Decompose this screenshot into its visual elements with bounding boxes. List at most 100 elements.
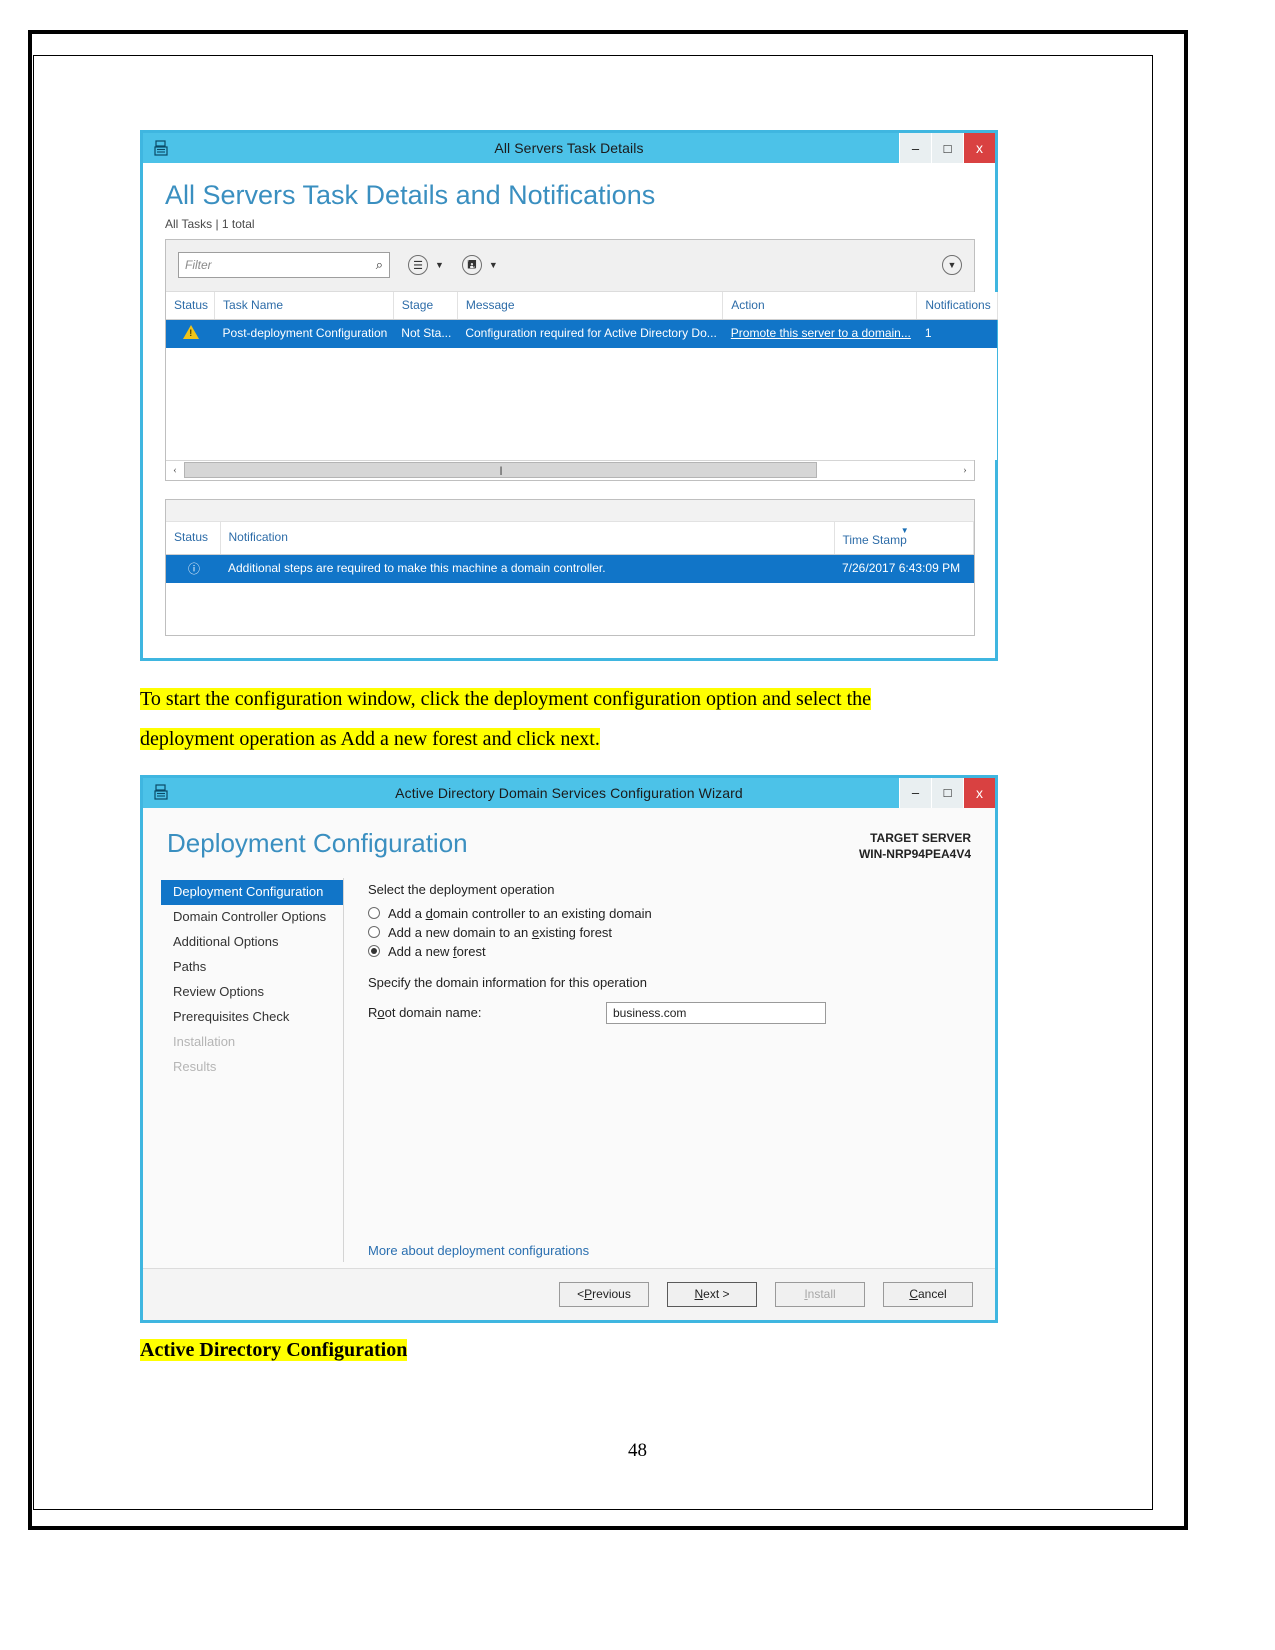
instruction-line-2: deployment operation as Add a new forest… (140, 727, 600, 750)
warning-icon (166, 319, 215, 348)
minimize-button[interactable]: – (899, 777, 931, 808)
sidebar-item-deployment-configuration[interactable]: Deployment Configuration (161, 879, 343, 905)
column-header-notifications[interactable]: Notifications (916, 291, 998, 320)
tasks-window-titlebar[interactable]: All Servers Task Details – □ x (143, 133, 995, 163)
list-item[interactable]: ⓘ Additional steps are required to make … (166, 554, 974, 583)
maximize-button[interactable]: □ (931, 133, 963, 163)
column-header-status[interactable]: Status (166, 521, 221, 555)
cell-notification-text: Additional steps are required to make th… (228, 561, 606, 576)
wizard-header: Deployment Configuration TARGET SERVER W… (143, 807, 995, 868)
notifications-table: Status Notification ▼ Time Stamp ⓘ Addit… (166, 521, 974, 635)
info-icon: ⓘ (187, 561, 200, 576)
ad-ds-configuration-wizard-window: Active Directory Domain Services Configu… (140, 774, 998, 1323)
tasks-table: Status Task Name Stage Message Action No… (166, 291, 998, 460)
tasks-window-body: All Servers Task Details and Notificatio… (143, 163, 998, 658)
chevron-down-icon[interactable]: ▼ (435, 260, 444, 270)
cell-task-name: Post-deployment Configuration (222, 326, 388, 341)
wizard-content-pane: Select the deployment operation Add a do… (344, 868, 995, 1268)
scroll-left-icon[interactable]: ‹ (166, 464, 184, 476)
notifications-empty-area (166, 582, 974, 635)
notifications-toolbar (166, 499, 974, 522)
target-server-block: TARGET SERVER WIN-NRP94PEA4V4 (859, 830, 971, 862)
cell-time-stamp: 7/26/2017 6:43:09 PM (842, 561, 961, 576)
column-header-time-stamp[interactable]: ▼ Time Stamp (834, 521, 974, 555)
radio-button-selected-icon[interactable] (368, 945, 380, 958)
save-filter-icon[interactable]: 🖪 (461, 255, 482, 276)
column-header-message[interactable]: Message (457, 291, 724, 320)
sidebar-item-prerequisites-check[interactable]: Prerequisites Check (161, 1005, 343, 1030)
table-empty-area (166, 347, 998, 460)
figure-caption: Active Directory Configuration (140, 1338, 1080, 1362)
expander-chevron-down-icon[interactable]: ▼ (942, 255, 962, 276)
promote-server-link[interactable]: Promote this server to a domain... (731, 326, 911, 340)
cancel-button[interactable]: Cancel (883, 1281, 973, 1307)
filter-input[interactable]: Filter ⌕ (178, 252, 390, 279)
radio-button-icon[interactable] (368, 926, 380, 939)
search-icon[interactable]: ⌕ (376, 257, 383, 273)
domain-information-label: Specify the domain information for this … (368, 974, 647, 990)
column-header-task-name[interactable]: Task Name (214, 291, 394, 320)
column-header-action[interactable]: Action (722, 291, 918, 320)
sidebar-item-domain-controller-options[interactable]: Domain Controller Options (161, 905, 343, 930)
deployment-operation-label: Select the deployment operation (368, 881, 555, 897)
column-header-stage[interactable]: Stage (393, 291, 458, 320)
maximize-button[interactable]: □ (931, 777, 963, 808)
tasks-window-title: All Servers Task Details (494, 140, 644, 156)
tasks-table-header-row: Status Task Name Stage Message Action No… (166, 291, 998, 320)
sidebar-item-results: Results (173, 1058, 217, 1074)
wizard-main: Deployment Configuration Domain Controll… (143, 867, 995, 1268)
target-server-name: WIN-NRP94PEA4V4 (858, 846, 971, 861)
task-count-label: All Tasks | 1 total (165, 216, 255, 231)
more-about-deployment-configurations-link[interactable]: More about deployment configurations (368, 1243, 589, 1258)
chevron-down-icon[interactable]: ▼ (489, 260, 498, 270)
page-title: All Servers Task Details and Notificatio… (165, 180, 656, 210)
previous-button[interactable]: < Previous (559, 1281, 649, 1307)
column-header-time-stamp-label: Time Stamp (842, 532, 907, 547)
notifications-header-row: Status Notification ▼ Time Stamp (166, 521, 974, 555)
filter-toolbar: Filter ⌕ ☰ ▼ 🖪 ▼ ▼ (166, 239, 974, 292)
wizard-titlebar[interactable]: Active Directory Domain Services Configu… (143, 777, 995, 808)
scroll-right-icon[interactable]: › (956, 464, 974, 476)
sidebar-item-review-options[interactable]: Review Options (161, 980, 343, 1005)
radio-add-new-domain[interactable]: Add a new domain to an existing forest (368, 925, 973, 940)
page-number: 48 (628, 1440, 647, 1461)
close-button[interactable]: x (963, 133, 995, 163)
sidebar-item-paths[interactable]: Paths (161, 955, 343, 980)
root-domain-name-row: Root domain name: business.com (368, 1001, 973, 1024)
minimize-button[interactable]: – (899, 133, 931, 163)
cell-stage: Not Sta... (401, 326, 452, 341)
target-server-label: TARGET SERVER (870, 830, 971, 845)
page-content: All Servers Task Details – □ x All Serve… (140, 130, 1080, 1362)
wizard-footer: < Previous Next > Install Cancel (143, 1267, 995, 1320)
wizard-title: Active Directory Domain Services Configu… (395, 784, 743, 801)
radio-add-new-forest[interactable]: Add a new forest (368, 944, 973, 959)
root-domain-name-value: business.com (613, 1005, 687, 1020)
save-filter-group[interactable]: 🖪 ▼ (461, 255, 498, 276)
scrollbar-track[interactable]: ||| (184, 462, 956, 479)
instruction-line-1: To start the configuration window, click… (140, 687, 871, 710)
root-domain-name-input[interactable]: business.com (606, 1001, 826, 1024)
radio-button-icon[interactable] (368, 907, 380, 920)
instruction-paragraph: To start the configuration window, click… (140, 679, 1080, 759)
install-button: Install (775, 1281, 865, 1307)
tasks-horizontal-scrollbar[interactable]: ‹ ||| › (166, 459, 974, 480)
close-button[interactable]: x (963, 777, 995, 808)
wizard-page-title: Deployment Configuration (167, 827, 468, 858)
figure-caption-text: Active Directory Configuration (140, 1338, 408, 1361)
list-filter-icon[interactable]: ☰ (408, 255, 428, 276)
cell-action-link[interactable]: Promote this server to a domain... (723, 319, 917, 348)
tasks-window-controls: – □ x (899, 133, 995, 163)
column-header-notification[interactable]: Notification (220, 521, 835, 555)
next-button[interactable]: Next > (667, 1281, 757, 1307)
notifications-panel: Status Notification ▼ Time Stamp ⓘ Addit… (165, 498, 975, 636)
tasks-panel: Filter ⌕ ☰ ▼ 🖪 ▼ ▼ Status Task Name Stag… (165, 238, 998, 481)
column-header-status[interactable]: Status (166, 291, 216, 320)
sidebar-item-additional-options[interactable]: Additional Options (161, 930, 343, 955)
wizard-sidebar: Deployment Configuration Domain Controll… (143, 868, 343, 1268)
radio-add-domain-controller[interactable]: Add a domain controller to an existing d… (368, 906, 973, 921)
table-row[interactable]: Post-deployment Configuration Not Sta...… (166, 319, 998, 348)
wizard-window-controls: – □ x (899, 777, 995, 808)
radio-label: Add a new domain to an existing forest (388, 924, 613, 940)
scrollbar-thumb[interactable]: ||| (184, 462, 818, 479)
list-filter-group[interactable]: ☰ ▼ (408, 255, 444, 276)
